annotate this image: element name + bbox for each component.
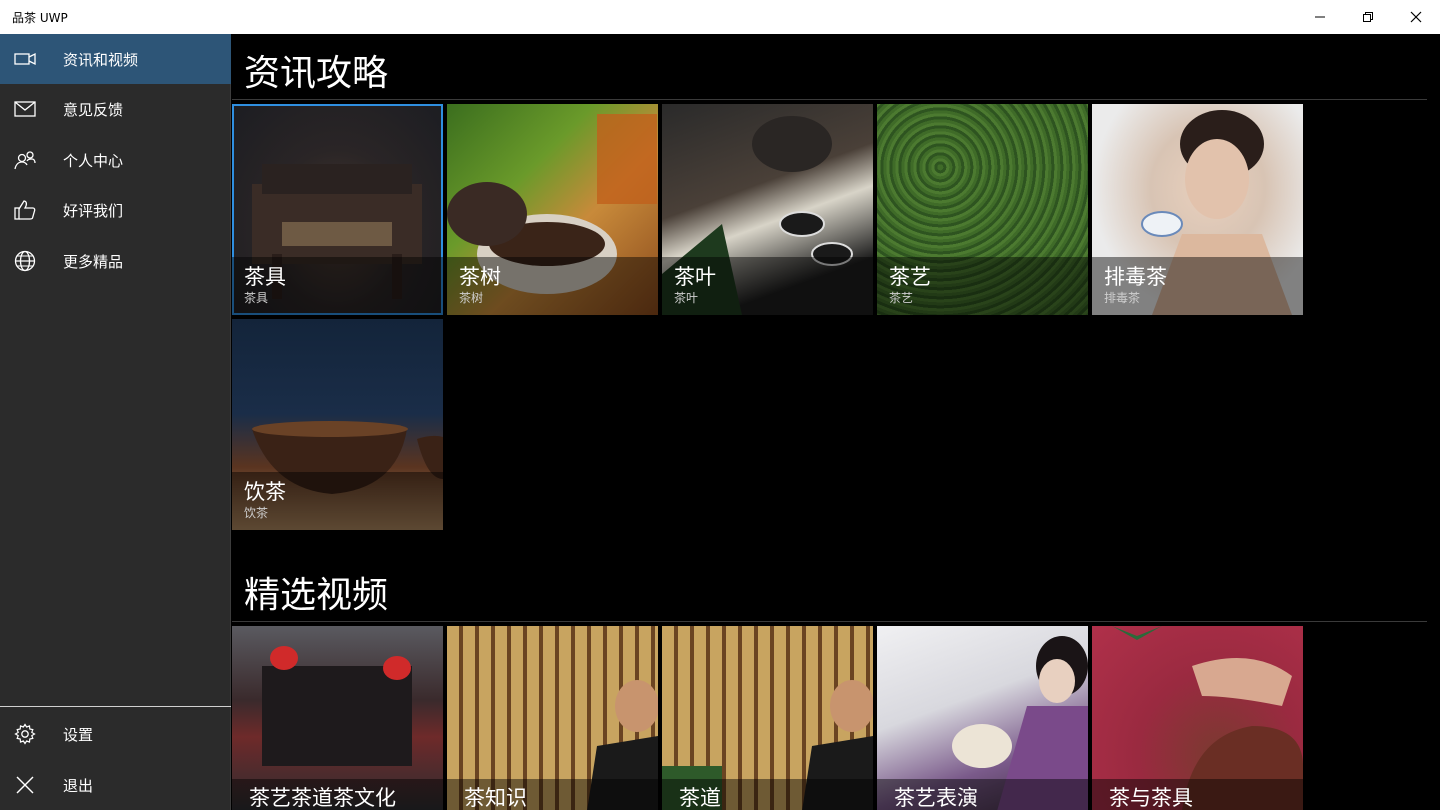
tile-title: 茶叶: [674, 265, 716, 289]
tile-caption: 茶道: [662, 779, 873, 810]
sidebar-item-label: 意见反馈: [63, 100, 124, 119]
sidebar-item-label: 设置: [63, 725, 94, 744]
people-icon: [0, 135, 50, 185]
video-camera-icon: [0, 34, 50, 84]
restore-icon: [1363, 12, 1373, 22]
tile-caption: 茶艺表演: [877, 779, 1088, 810]
sidebar-item-label: 更多精品: [63, 252, 124, 271]
gear-icon: [0, 709, 50, 759]
tile-subtitle: 茶具: [244, 291, 269, 305]
tile-title: 茶具: [244, 265, 286, 289]
main-content: 资讯攻略 茶具 茶具 茶树 茶树 茶叶 茶叶 茶艺 茶艺 排毒茶 排毒茶 饮茶 …: [232, 34, 1440, 810]
video-tile-tea-ceremony[interactable]: 茶道: [662, 626, 873, 810]
article-tile-tea-tree[interactable]: 茶树 茶树: [447, 104, 658, 315]
tile-title: 茶与茶具: [1109, 786, 1193, 810]
title-bar: 品茶 UWP: [0, 0, 1440, 34]
close-icon: [0, 760, 50, 810]
sidebar-item-settings[interactable]: 设置: [0, 709, 231, 759]
minimize-icon: [1315, 16, 1325, 18]
tile-caption: 茶与茶具: [1092, 779, 1303, 810]
sidebar-item-label: 好评我们: [63, 201, 124, 220]
sidebar-item-label: 个人中心: [63, 151, 124, 170]
video-tile-tea-culture[interactable]: 茶艺茶道茶文化: [232, 626, 443, 810]
globe-icon: [0, 236, 50, 286]
video-tile-tea-knowledge[interactable]: 茶知识: [447, 626, 658, 810]
sidebar: 资讯和视频 意见反馈 个人中心 好评我们 更多精品 设置 退出: [0, 34, 231, 810]
tile-subtitle: 茶树: [459, 291, 484, 305]
tile-caption: 茶叶 茶叶: [662, 257, 873, 315]
tile-title: 饮茶: [244, 480, 286, 504]
tile-caption: 饮茶 饮茶: [232, 472, 443, 530]
tile-title: 排毒茶: [1104, 265, 1167, 289]
mail-icon: [0, 84, 50, 134]
video-tile-tea-and-teaware[interactable]: 茶与茶具: [1092, 626, 1303, 810]
section-title-videos: 精选视频: [244, 575, 389, 616]
close-icon: [1410, 11, 1422, 23]
article-tile-teaware[interactable]: 茶具 茶具: [232, 104, 443, 315]
sidebar-item-label: 退出: [63, 776, 94, 795]
tile-title: 茶艺茶道茶文化: [249, 786, 396, 810]
tile-title: 茶艺表演: [894, 786, 978, 810]
tile-title: 茶艺: [889, 265, 931, 289]
article-tile-detox-tea[interactable]: 排毒茶 排毒茶: [1092, 104, 1303, 315]
close-window-button[interactable]: [1392, 0, 1440, 34]
sidebar-item-rate-us[interactable]: 好评我们: [0, 185, 231, 235]
tile-title: 茶树: [459, 265, 501, 289]
tile-caption: 茶知识: [447, 779, 658, 810]
restore-button[interactable]: [1344, 0, 1392, 34]
sidebar-item-label: 资讯和视频: [63, 50, 139, 69]
sidebar-item-news-video[interactable]: 资讯和视频: [0, 34, 231, 84]
article-tile-drinking-tea[interactable]: 饮茶 饮茶: [232, 319, 443, 530]
tile-subtitle: 排毒茶: [1104, 291, 1141, 305]
window-title: 品茶 UWP: [12, 11, 68, 25]
sidebar-item-more-apps[interactable]: 更多精品: [0, 236, 231, 286]
video-tile-tea-performance[interactable]: 茶艺表演: [877, 626, 1088, 810]
section-title-articles: 资讯攻略: [244, 53, 389, 94]
tile-caption: 茶艺 茶艺: [877, 257, 1088, 315]
sidebar-divider: [0, 706, 231, 707]
sidebar-item-exit[interactable]: 退出: [0, 760, 231, 810]
sidebar-item-profile[interactable]: 个人中心: [0, 135, 231, 185]
tile-caption: 茶具 茶具: [232, 257, 443, 315]
tile-title: 茶道: [679, 786, 721, 810]
tile-subtitle: 饮茶: [244, 506, 269, 520]
sidebar-item-feedback[interactable]: 意见反馈: [0, 84, 231, 134]
tile-title: 茶知识: [464, 786, 527, 810]
thumbs-up-icon: [0, 185, 50, 235]
tile-caption: 茶艺茶道茶文化: [232, 779, 443, 810]
minimize-button[interactable]: [1296, 0, 1344, 34]
section-divider: [232, 99, 1427, 100]
tile-caption: 排毒茶 排毒茶: [1092, 257, 1303, 315]
section-divider: [232, 621, 1427, 622]
tile-subtitle: 茶艺: [889, 291, 914, 305]
article-tile-tea-art[interactable]: 茶艺 茶艺: [877, 104, 1088, 315]
tile-subtitle: 茶叶: [674, 291, 699, 305]
tile-caption: 茶树 茶树: [447, 257, 658, 315]
article-tile-tea-leaf[interactable]: 茶叶 茶叶: [662, 104, 873, 315]
